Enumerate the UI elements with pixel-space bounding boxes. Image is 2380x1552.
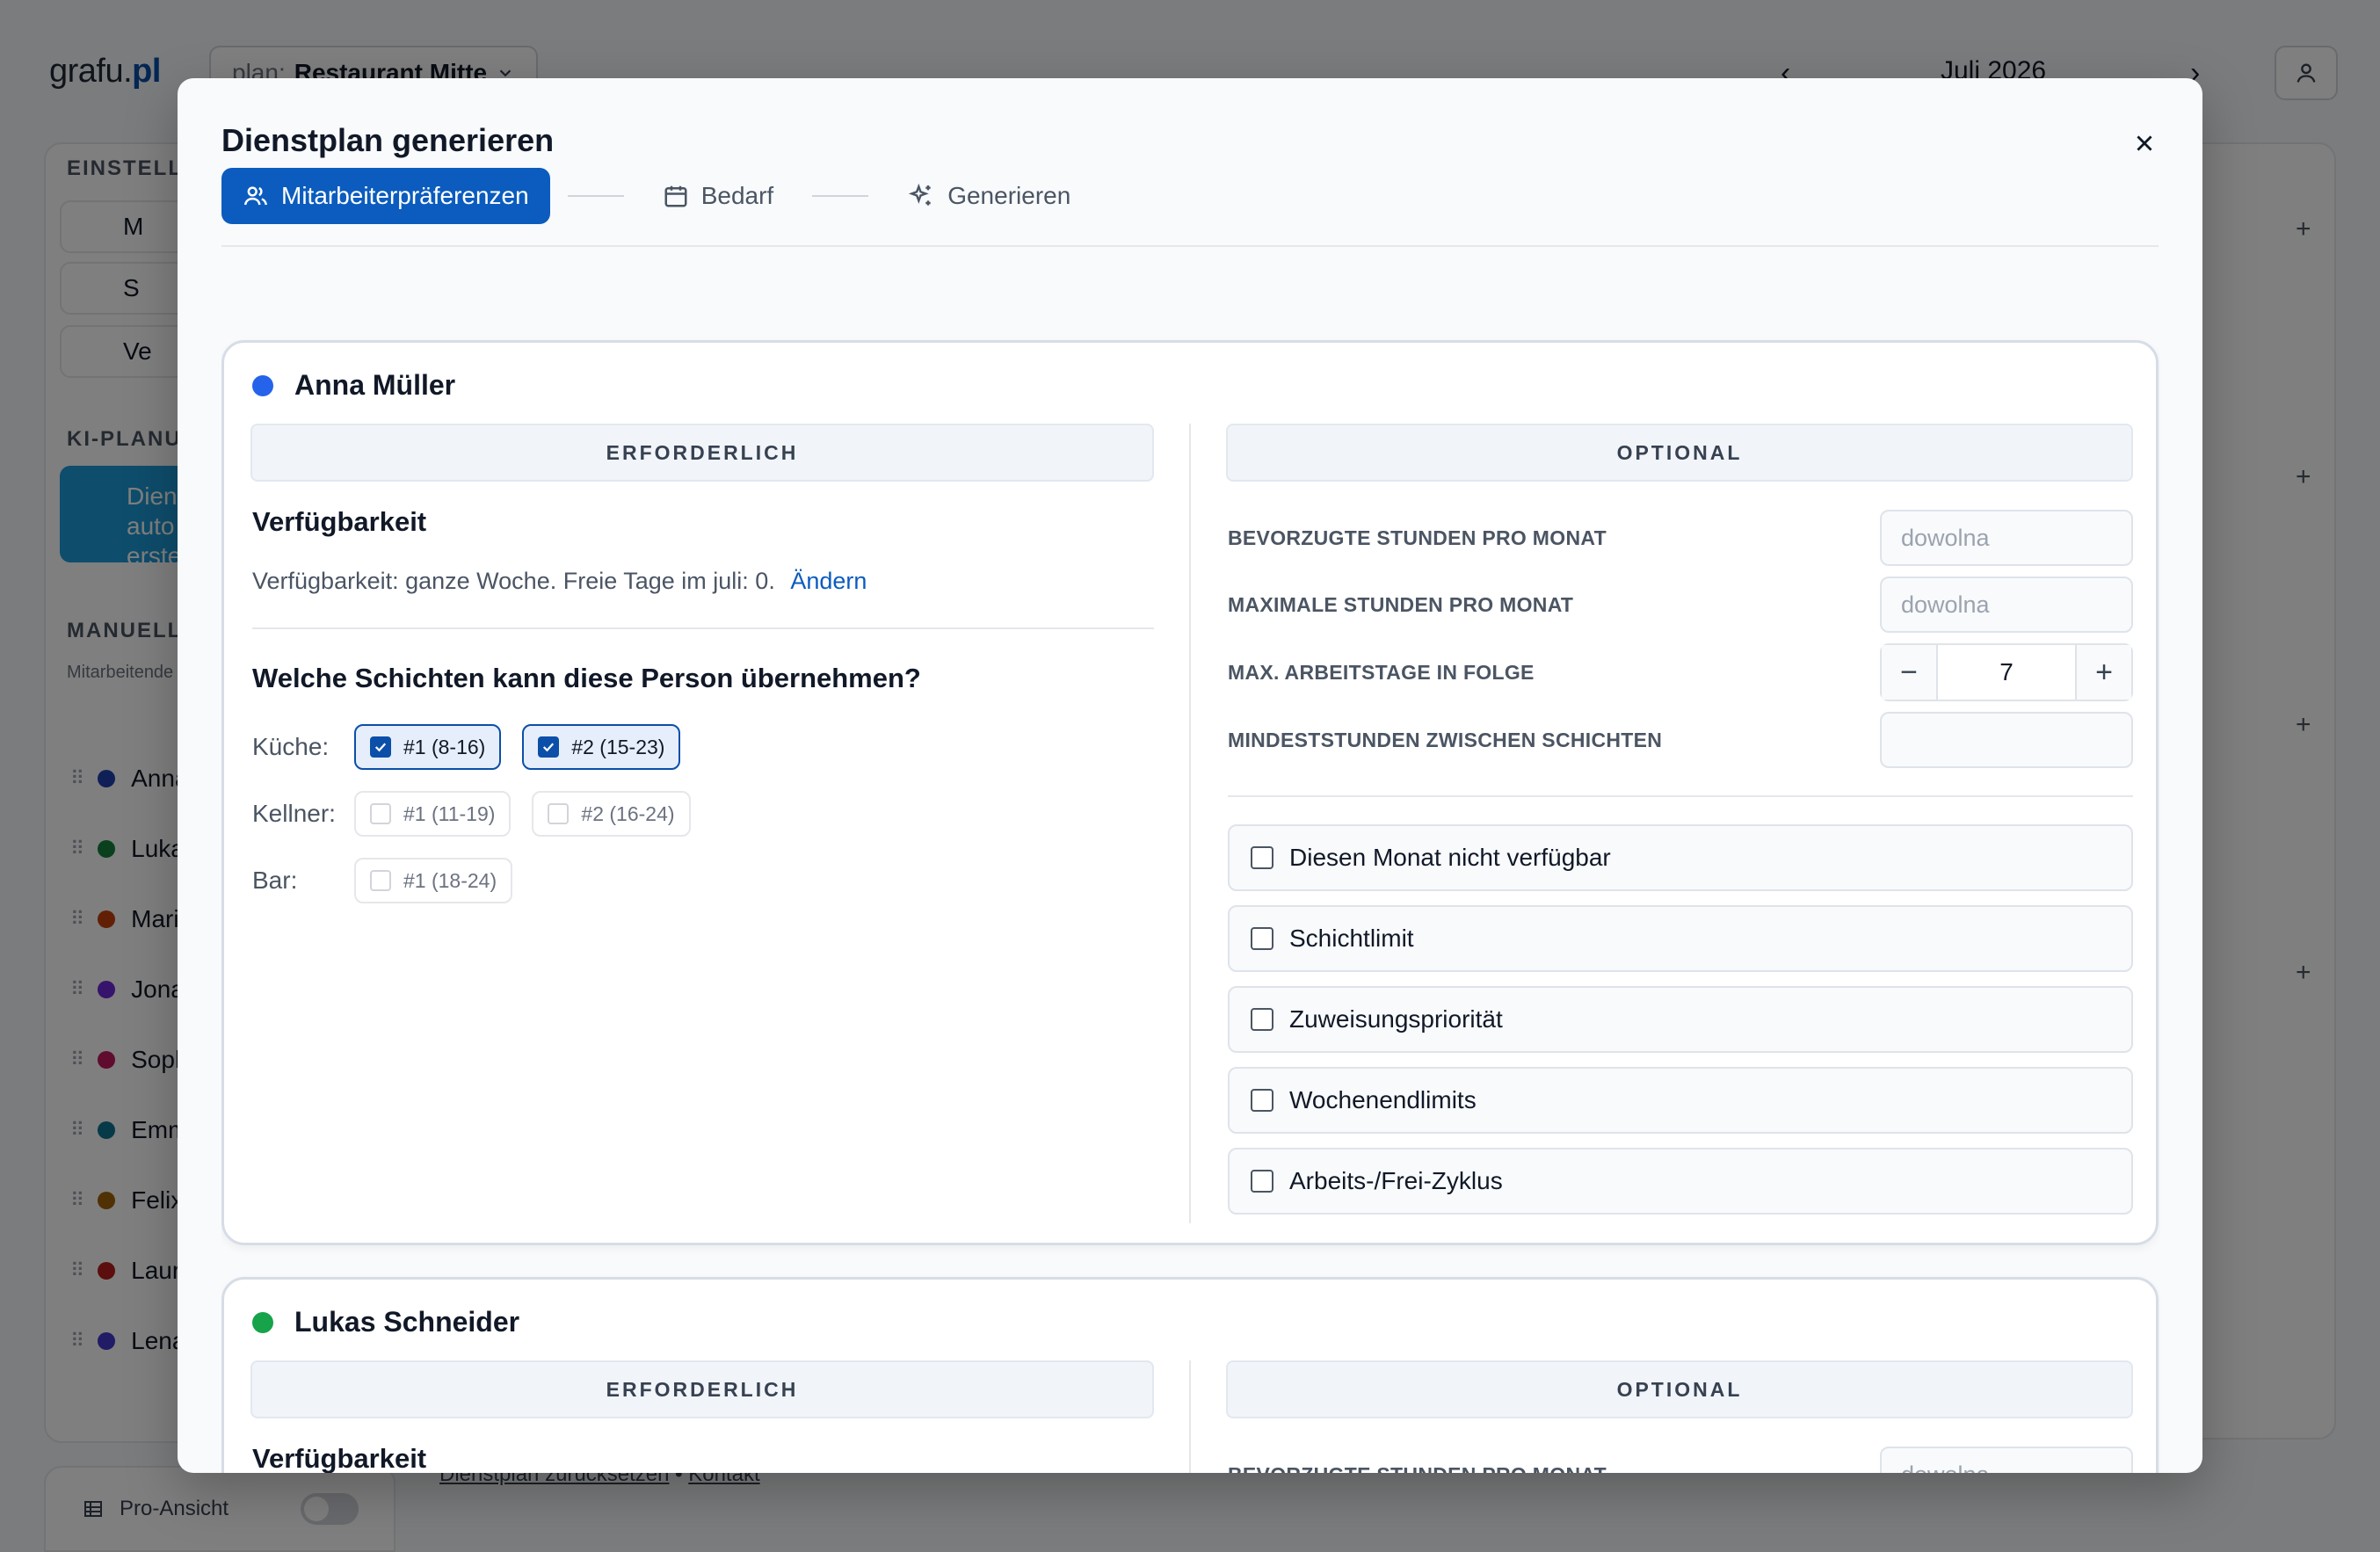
shift-limit-option[interactable]: Schichtlimit: [1228, 905, 2133, 972]
column-divider: [1189, 1360, 1191, 1473]
option-label: Wochenendlimits: [1289, 1086, 1477, 1113]
step-label: Generieren: [947, 182, 1071, 209]
step-connector: [567, 195, 624, 197]
preferred-hours-label: BEVORZUGTE STUNDEN PRO MONAT: [1228, 1463, 1880, 1474]
section-divider: [1228, 795, 2133, 797]
preferred-hours-row: BEVORZUGTE STUNDEN PRO MONAT dowolna: [1228, 510, 2133, 566]
preferred-hours-label: BEVORZUGTE STUNDEN PRO MONAT: [1228, 526, 1607, 549]
required-section-header: ERFORDERLICH: [250, 424, 1154, 482]
employee-card: Lukas Schneider ERFORDERLICH OPTIONAL Ve…: [221, 1277, 2159, 1473]
option-label: Zuweisungspriorität: [1289, 1005, 1503, 1033]
shift-checkbox[interactable]: #1 (8-16): [354, 724, 502, 770]
stepper-value[interactable]: 7: [1938, 645, 2075, 700]
availability-heading: Verfügbarkeit: [252, 506, 427, 537]
availability-heading: Verfügbarkeit: [252, 1443, 427, 1473]
work-off-cycle-option[interactable]: Arbeits-/Frei-Zyklus: [1228, 1148, 2133, 1215]
close-button[interactable]: [2127, 126, 2162, 161]
max-hours-row: MAXIMALE STUNDEN PRO MONAT dowolna: [1228, 577, 2133, 633]
option-label: Arbeits-/Frei-Zyklus: [1289, 1167, 1503, 1194]
preferred-hours-input[interactable]: dowolna: [1880, 1447, 2133, 1473]
availability-summary: Verfügbarkeit: ganze Woche. Freie Tage i…: [252, 568, 867, 595]
shift-checkbox[interactable]: #2 (16-24): [532, 791, 691, 837]
checkbox-checked-icon: [370, 736, 391, 758]
step-employee-preferences[interactable]: Mitarbeiterpräferenzen: [221, 168, 550, 224]
increment-button[interactable]: +: [2075, 645, 2131, 700]
column-divider: [1189, 424, 1191, 1223]
optional-section-header: OPTIONAL: [1226, 424, 2133, 482]
preferred-hours-row: BEVORZUGTE STUNDEN PRO MONAT dowolna: [1228, 1447, 2133, 1473]
wizard-steps: Mitarbeiterpräferenzen Bedarf Generieren: [221, 168, 1092, 224]
employee-name: Lukas Schneider: [294, 1306, 520, 1338]
checkbox-unchecked-icon: [1251, 1170, 1273, 1193]
shift-group-bar: Bar: #1 (18-24): [252, 858, 513, 903]
shift-label: #1 (18-24): [403, 868, 497, 892]
step-label: Mitarbeiterpräferenzen: [281, 182, 529, 209]
checkbox-unchecked-icon: [1251, 846, 1273, 869]
shift-checkbox[interactable]: #1 (18-24): [354, 858, 513, 903]
max-consecutive-days-row: MAX. ARBEITSTAGE IN FOLGE − 7 +: [1228, 643, 2133, 701]
section-divider: [252, 627, 1154, 629]
step-label: Bedarf: [700, 182, 774, 209]
users-icon: [243, 186, 268, 206]
employee-preferences-list[interactable]: Anna Müller ERFORDERLICH OPTIONAL Verfüg…: [221, 263, 2160, 1473]
employee-color-dot: [252, 1311, 273, 1333]
checkbox-unchecked-icon: [1251, 1089, 1273, 1112]
shift-group-label: Küche:: [252, 733, 330, 760]
required-section-header: ERFORDERLICH: [250, 1360, 1154, 1418]
shift-label: #1 (11-19): [403, 801, 496, 825]
max-hours-input[interactable]: dowolna: [1880, 577, 2133, 633]
step-connector: [812, 195, 869, 197]
checkbox-unchecked-icon: [1251, 927, 1273, 950]
header-divider: [221, 245, 2159, 247]
assignment-priority-option[interactable]: Zuweisungspriorität: [1228, 986, 2133, 1053]
employee-header: Anna Müller: [252, 369, 455, 402]
close-icon: [2137, 135, 2152, 151]
calendar-icon: [664, 185, 687, 207]
shift-group-label: Kellner:: [252, 800, 336, 827]
checkbox-unchecked-icon: [370, 870, 391, 891]
step-generate[interactable]: Generieren: [886, 168, 1092, 224]
shift-label: #2 (16-24): [581, 801, 675, 825]
availability-text: Verfügbarkeit: ganze Woche. Freie Tage i…: [252, 568, 775, 594]
checkbox-unchecked-icon: [548, 803, 570, 824]
max-consecutive-days-stepper: − 7 +: [1880, 643, 2133, 701]
shifts-heading: Welche Schichten kann diese Person übern…: [252, 663, 921, 693]
decrement-button[interactable]: −: [1882, 645, 1938, 700]
weekend-limits-option[interactable]: Wochenendlimits: [1228, 1067, 2133, 1134]
shift-checkbox[interactable]: #1 (11-19): [354, 791, 512, 837]
shift-label: #2 (15-23): [571, 735, 665, 758]
generate-schedule-modal: Dienstplan generieren Mitarbeiterpräfere…: [178, 78, 2202, 1473]
max-consecutive-days-label: MAX. ARBEITSTAGE IN FOLGE: [1228, 660, 1535, 684]
min-rest-hours-input[interactable]: [1880, 712, 2133, 768]
option-label: Schichtlimit: [1289, 925, 1414, 952]
shift-group-label: Bar:: [252, 867, 298, 894]
optional-section-header: OPTIONAL: [1226, 1360, 2133, 1418]
preferred-hours-input[interactable]: dowolna: [1880, 510, 2133, 566]
shift-checkbox[interactable]: #2 (15-23): [522, 724, 681, 770]
employee-color-dot: [252, 374, 273, 396]
modal-title: Dienstplan generieren: [221, 122, 555, 158]
checkbox-unchecked-icon: [370, 803, 391, 824]
employee-name: Anna Müller: [294, 369, 456, 401]
shift-label: #1 (8-16): [403, 735, 486, 758]
min-rest-hours-label: MINDESTSTUNDEN ZWISCHEN SCHICHTEN: [1228, 728, 1663, 751]
shift-group-kitchen: Küche: #1 (8-16) #2 (15-23): [252, 724, 681, 770]
max-hours-label: MAXIMALE STUNDEN PRO MONAT: [1228, 592, 1574, 616]
employee-card: Anna Müller ERFORDERLICH OPTIONAL Verfüg…: [221, 340, 2159, 1245]
checkbox-checked-icon: [538, 736, 560, 758]
shift-group-waiter: Kellner: #1 (11-19) #2 (16-24): [252, 791, 691, 837]
min-rest-hours-row: MINDESTSTUNDEN ZWISCHEN SCHICHTEN: [1228, 712, 2133, 768]
sparkles-icon: [909, 183, 931, 206]
option-label: Diesen Monat nicht verfügbar: [1289, 844, 1611, 871]
employee-header: Lukas Schneider: [252, 1306, 519, 1338]
checkbox-unchecked-icon: [1251, 1008, 1273, 1031]
unavailable-this-month-option[interactable]: Diesen Monat nicht verfügbar: [1228, 824, 2133, 891]
change-availability-link[interactable]: Ändern: [790, 568, 867, 594]
step-demand[interactable]: Bedarf: [642, 168, 795, 224]
